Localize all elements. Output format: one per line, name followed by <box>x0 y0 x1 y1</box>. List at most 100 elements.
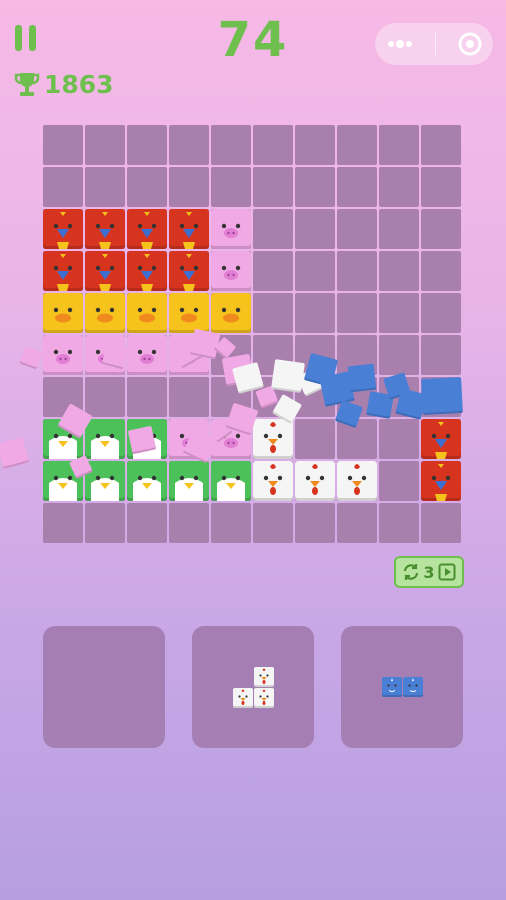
penguin-tile <box>127 419 167 459</box>
chicken-piece-block[interactable] <box>253 666 274 687</box>
board-cell[interactable] <box>337 419 377 459</box>
board-cell[interactable] <box>379 419 419 459</box>
rhino-piece-block[interactable] <box>402 677 423 697</box>
board-cell[interactable] <box>253 377 293 417</box>
board-cell[interactable] <box>211 503 251 543</box>
board-cell[interactable] <box>295 125 335 165</box>
board-cell[interactable] <box>85 503 125 543</box>
refresh-pieces-button[interactable]: 3 <box>394 556 464 588</box>
penguin-tile <box>169 461 209 501</box>
piece-tray-3[interactable] <box>341 626 463 748</box>
chicken-piece-block[interactable] <box>232 687 253 708</box>
board-cell[interactable] <box>421 209 461 249</box>
board-cell[interactable] <box>253 209 293 249</box>
board-cell[interactable] <box>295 335 335 375</box>
board-cell[interactable] <box>295 209 335 249</box>
parrot-tile <box>127 251 167 291</box>
board-cell[interactable] <box>421 503 461 543</box>
parrot-tile <box>421 461 461 501</box>
board-cell[interactable] <box>379 293 419 333</box>
capsule-divider <box>435 33 437 55</box>
parrot-tile <box>169 209 209 249</box>
board-cell[interactable] <box>379 125 419 165</box>
board-cell[interactable] <box>421 377 461 417</box>
pig-tile <box>211 419 251 459</box>
penguin-tile <box>211 461 251 501</box>
piece-tray-1[interactable] <box>43 626 165 748</box>
pig-tile <box>127 335 167 375</box>
pig-tile <box>211 251 251 291</box>
board-cell[interactable] <box>295 419 335 459</box>
board-cell[interactable] <box>295 503 335 543</box>
board-cell[interactable] <box>337 209 377 249</box>
trophy-icon <box>14 72 40 96</box>
board-cell[interactable] <box>379 335 419 375</box>
board-cell[interactable] <box>85 125 125 165</box>
board-cell[interactable] <box>295 377 335 417</box>
board-cell[interactable] <box>337 125 377 165</box>
board-cell[interactable] <box>43 167 83 207</box>
best-score: 1863 <box>14 70 114 99</box>
board-cell[interactable] <box>337 377 377 417</box>
board-cell[interactable] <box>253 335 293 375</box>
board-cell[interactable] <box>85 167 125 207</box>
board-cell[interactable] <box>421 335 461 375</box>
board-cell[interactable] <box>379 167 419 207</box>
board-cell[interactable] <box>253 251 293 291</box>
board-cell[interactable] <box>253 125 293 165</box>
board-cell[interactable] <box>253 503 293 543</box>
board-cell[interactable] <box>169 167 209 207</box>
parrot-tile <box>127 209 167 249</box>
board-cell[interactable] <box>379 503 419 543</box>
board-cell[interactable] <box>379 377 419 417</box>
board-cell[interactable] <box>421 251 461 291</box>
particle <box>0 437 29 469</box>
rhino-piece-block[interactable] <box>381 677 402 697</box>
board-cell[interactable] <box>43 125 83 165</box>
board-cell[interactable] <box>337 167 377 207</box>
board-cell[interactable] <box>379 251 419 291</box>
board-cell[interactable] <box>337 293 377 333</box>
board-cell[interactable] <box>169 377 209 417</box>
board-cell[interactable] <box>295 167 335 207</box>
more-options-icon[interactable] <box>385 39 415 49</box>
board-cell[interactable] <box>43 377 83 417</box>
board-cell[interactable] <box>169 125 209 165</box>
board-cell[interactable] <box>253 293 293 333</box>
board-cell[interactable] <box>253 167 293 207</box>
board-cell[interactable] <box>421 293 461 333</box>
board-cell[interactable] <box>127 167 167 207</box>
board-cell[interactable] <box>421 167 461 207</box>
best-score-value: 1863 <box>44 70 114 99</box>
board-cell[interactable] <box>295 251 335 291</box>
board-cell[interactable] <box>211 167 251 207</box>
board-cell[interactable] <box>127 125 167 165</box>
board-cell[interactable] <box>43 503 83 543</box>
chicken-piece-block[interactable] <box>253 687 274 708</box>
parrot-tile <box>43 209 83 249</box>
board-cell[interactable] <box>421 125 461 165</box>
board-cell[interactable] <box>211 125 251 165</box>
board-cell[interactable] <box>127 377 167 417</box>
particle <box>19 346 43 370</box>
board-cell[interactable] <box>169 503 209 543</box>
duck-tile <box>127 293 167 333</box>
pig-tile <box>211 209 251 249</box>
board-cell[interactable] <box>211 377 251 417</box>
board-cell[interactable] <box>211 335 251 375</box>
refresh-count: 3 <box>423 562 435 582</box>
board-cell[interactable] <box>337 251 377 291</box>
close-target-icon[interactable] <box>457 31 483 57</box>
pig-tile <box>169 335 209 375</box>
board-cell[interactable] <box>127 503 167 543</box>
board-cell[interactable] <box>337 503 377 543</box>
board-cell[interactable] <box>85 377 125 417</box>
pig-tile <box>169 419 209 459</box>
piece-tray-2[interactable] <box>192 626 314 748</box>
pig-tile <box>43 335 83 375</box>
board-cell[interactable] <box>379 461 419 501</box>
board-cell[interactable] <box>337 335 377 375</box>
game-board[interactable] <box>43 125 463 545</box>
board-cell[interactable] <box>295 293 335 333</box>
board-cell[interactable] <box>379 209 419 249</box>
